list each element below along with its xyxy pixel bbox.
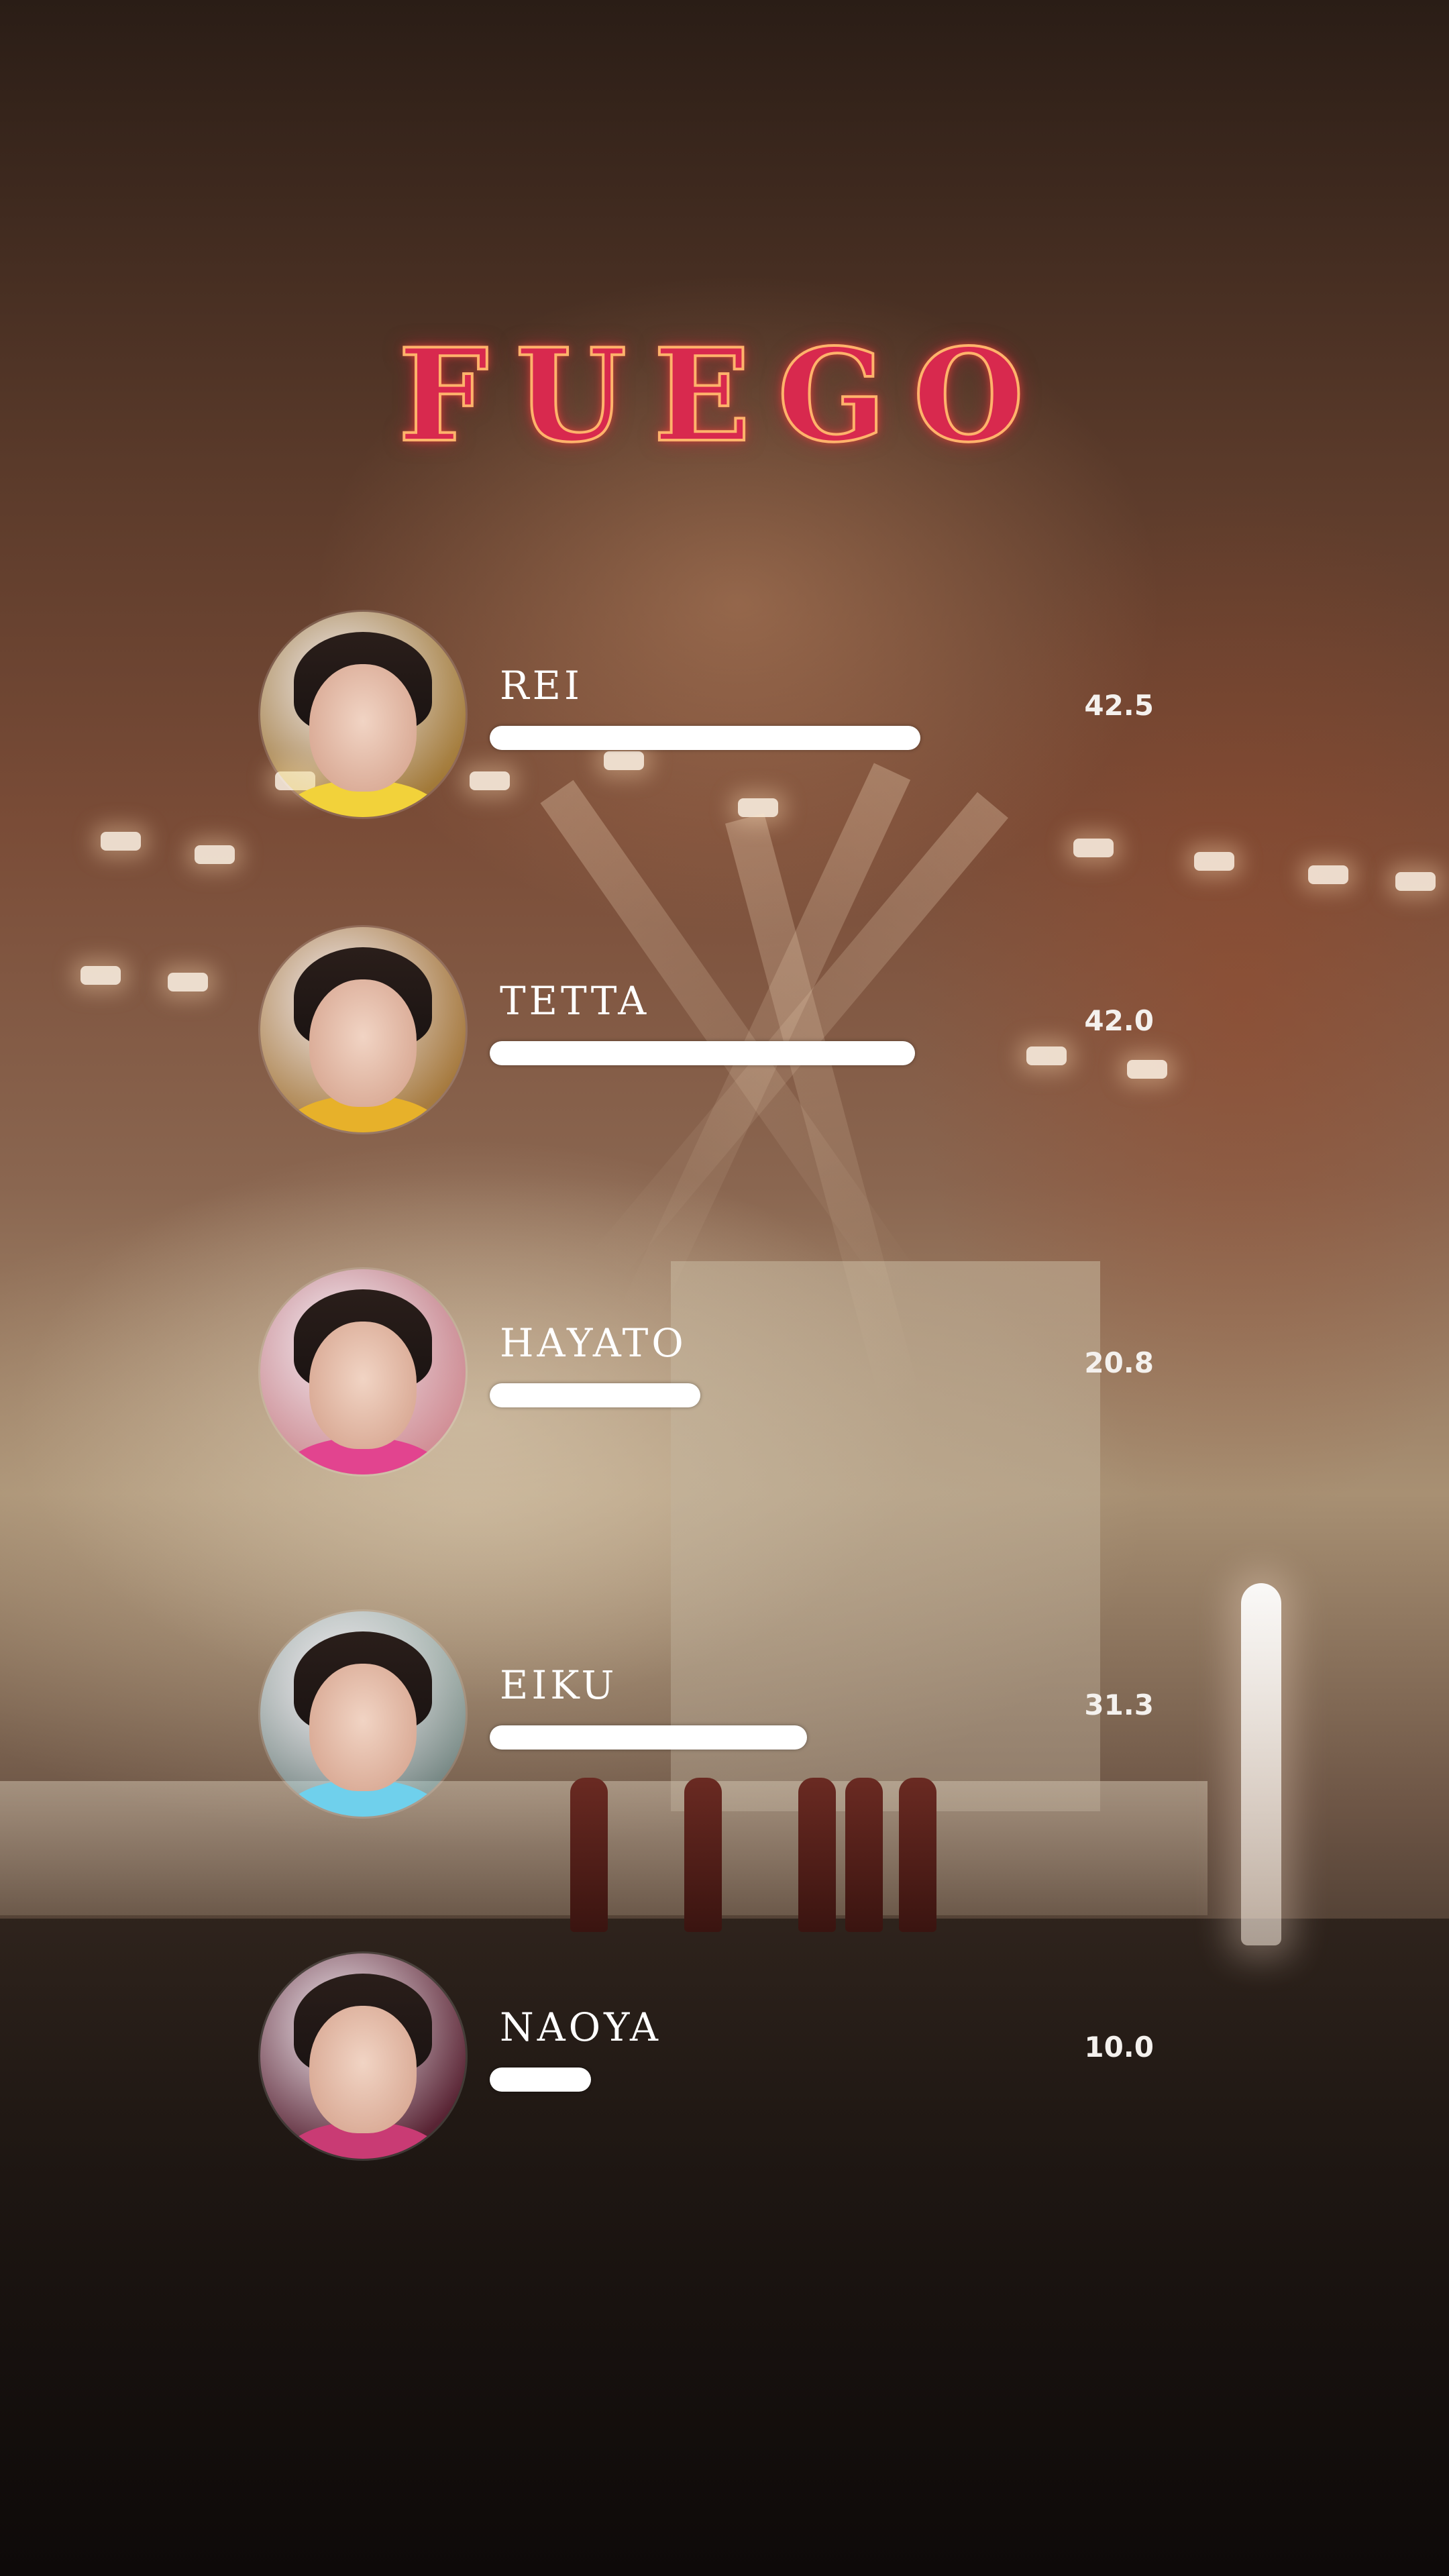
chart-row-tetta: TETTA 42.0 [0, 927, 1449, 1135]
category-label: REI [500, 663, 583, 708]
avatar-naoya-icon [260, 1953, 466, 2159]
bar [490, 1725, 807, 1750]
face-shape [309, 2006, 417, 2133]
value-label: 10.0 [1084, 2031, 1154, 2063]
face-shape [309, 979, 417, 1107]
bar [490, 1041, 915, 1065]
category-label: TETTA [500, 978, 650, 1024]
bar [490, 726, 920, 750]
category-label: NAOYA [500, 2004, 661, 2050]
bar [490, 1383, 700, 1407]
value-label: 42.0 [1084, 1004, 1154, 1037]
avatar-rei-icon [260, 612, 466, 817]
face-shape [309, 664, 417, 792]
value-label: 31.3 [1084, 1688, 1154, 1721]
avatar-hayato-icon [260, 1269, 466, 1474]
stage-light [1194, 852, 1234, 871]
category-label: EIKU [500, 1662, 618, 1708]
face-shape [309, 1322, 417, 1449]
stage-light [1073, 839, 1114, 857]
avatar-eiku-icon [260, 1611, 466, 1817]
category-label: HAYATO [500, 1320, 687, 1366]
chart-row-eiku: EIKU 31.3 [0, 1611, 1449, 1819]
bar [490, 2068, 591, 2092]
avatar-tetta-icon [260, 927, 466, 1132]
chart-row-rei: REI 42.5 [0, 612, 1449, 820]
concert-background: FUEGO REI 42.5 TETTA 42.0 HAYATO 20.8 EIKU 31.3… [0, 0, 1449, 2576]
stage-light [1395, 872, 1436, 891]
chart-row-hayato: HAYATO 20.8 [0, 1269, 1449, 1477]
stage-light [101, 832, 141, 851]
value-label: 20.8 [1084, 1346, 1154, 1379]
stage-light [195, 845, 235, 864]
chart-title: FUEGO [396, 321, 1051, 470]
value-label: 42.5 [1084, 689, 1154, 722]
face-shape [309, 1664, 417, 1791]
stage-light [1308, 865, 1348, 884]
chart-row-naoya: NAOYA 10.0 [0, 1953, 1449, 2161]
